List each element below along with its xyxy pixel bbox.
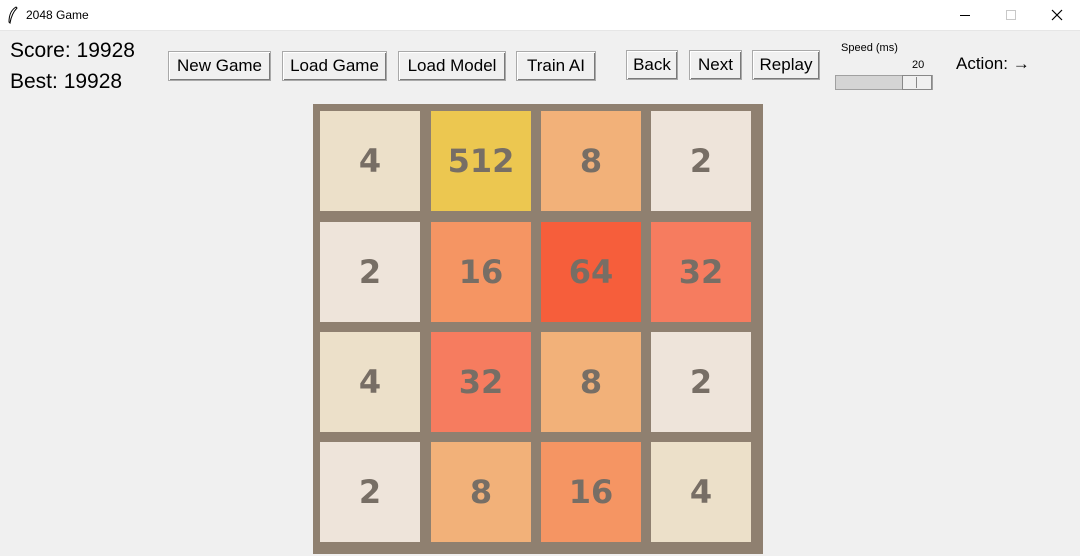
- maximize-button[interactable]: [988, 0, 1034, 30]
- speed-label: Speed (ms): [841, 42, 898, 54]
- speed-slider-handle[interactable]: [902, 75, 932, 90]
- tile-r2-c2: 16: [431, 222, 531, 322]
- close-icon: [1051, 9, 1063, 21]
- tile-r3-c2: 32: [431, 332, 531, 432]
- tile-r3-c3: 8: [541, 332, 641, 432]
- close-button[interactable]: [1034, 0, 1080, 30]
- tile-r3-c1: 4: [320, 332, 420, 432]
- train-ai-button[interactable]: Train AI: [516, 51, 596, 81]
- load-model-button[interactable]: Load Model: [398, 51, 506, 81]
- tile-r1-c2: 512: [431, 111, 531, 211]
- load-game-button[interactable]: Load Game: [282, 51, 387, 81]
- tile-r4-c1: 2: [320, 442, 420, 542]
- window-title: 2048 Game: [26, 8, 89, 22]
- tile-r2-c1: 2: [320, 222, 420, 322]
- action-label: Action: →: [956, 54, 1030, 73]
- tile-r1-c1: 4: [320, 111, 420, 211]
- back-button[interactable]: Back: [626, 50, 678, 80]
- tile-r3-c4: 2: [651, 332, 751, 432]
- speed-value: 20: [912, 59, 925, 71]
- game-board: 4 512 8 2 2 16 64 32 4 32 8 2 2 8 16 4: [313, 104, 763, 554]
- new-game-button[interactable]: New Game: [168, 51, 271, 81]
- maximize-icon: [1006, 10, 1016, 20]
- score-label: Score: 19928: [10, 39, 135, 62]
- feather-icon: [8, 6, 18, 24]
- tile-r2-c4: 32: [651, 222, 751, 322]
- tile-r4-c3: 16: [541, 442, 641, 542]
- next-button[interactable]: Next: [689, 50, 742, 80]
- title-bar: 2048 Game: [0, 0, 1080, 31]
- tile-r4-c4: 4: [651, 442, 751, 542]
- tile-r4-c2: 8: [431, 442, 531, 542]
- tile-r1-c3: 8: [541, 111, 641, 211]
- best-score-label: Best: 19928: [10, 70, 123, 93]
- tile-r1-c4: 2: [651, 111, 751, 211]
- replay-button[interactable]: Replay: [752, 50, 820, 80]
- tile-r2-c3: 64: [541, 222, 641, 322]
- minimize-button[interactable]: [942, 0, 988, 30]
- minimize-icon: [960, 15, 970, 16]
